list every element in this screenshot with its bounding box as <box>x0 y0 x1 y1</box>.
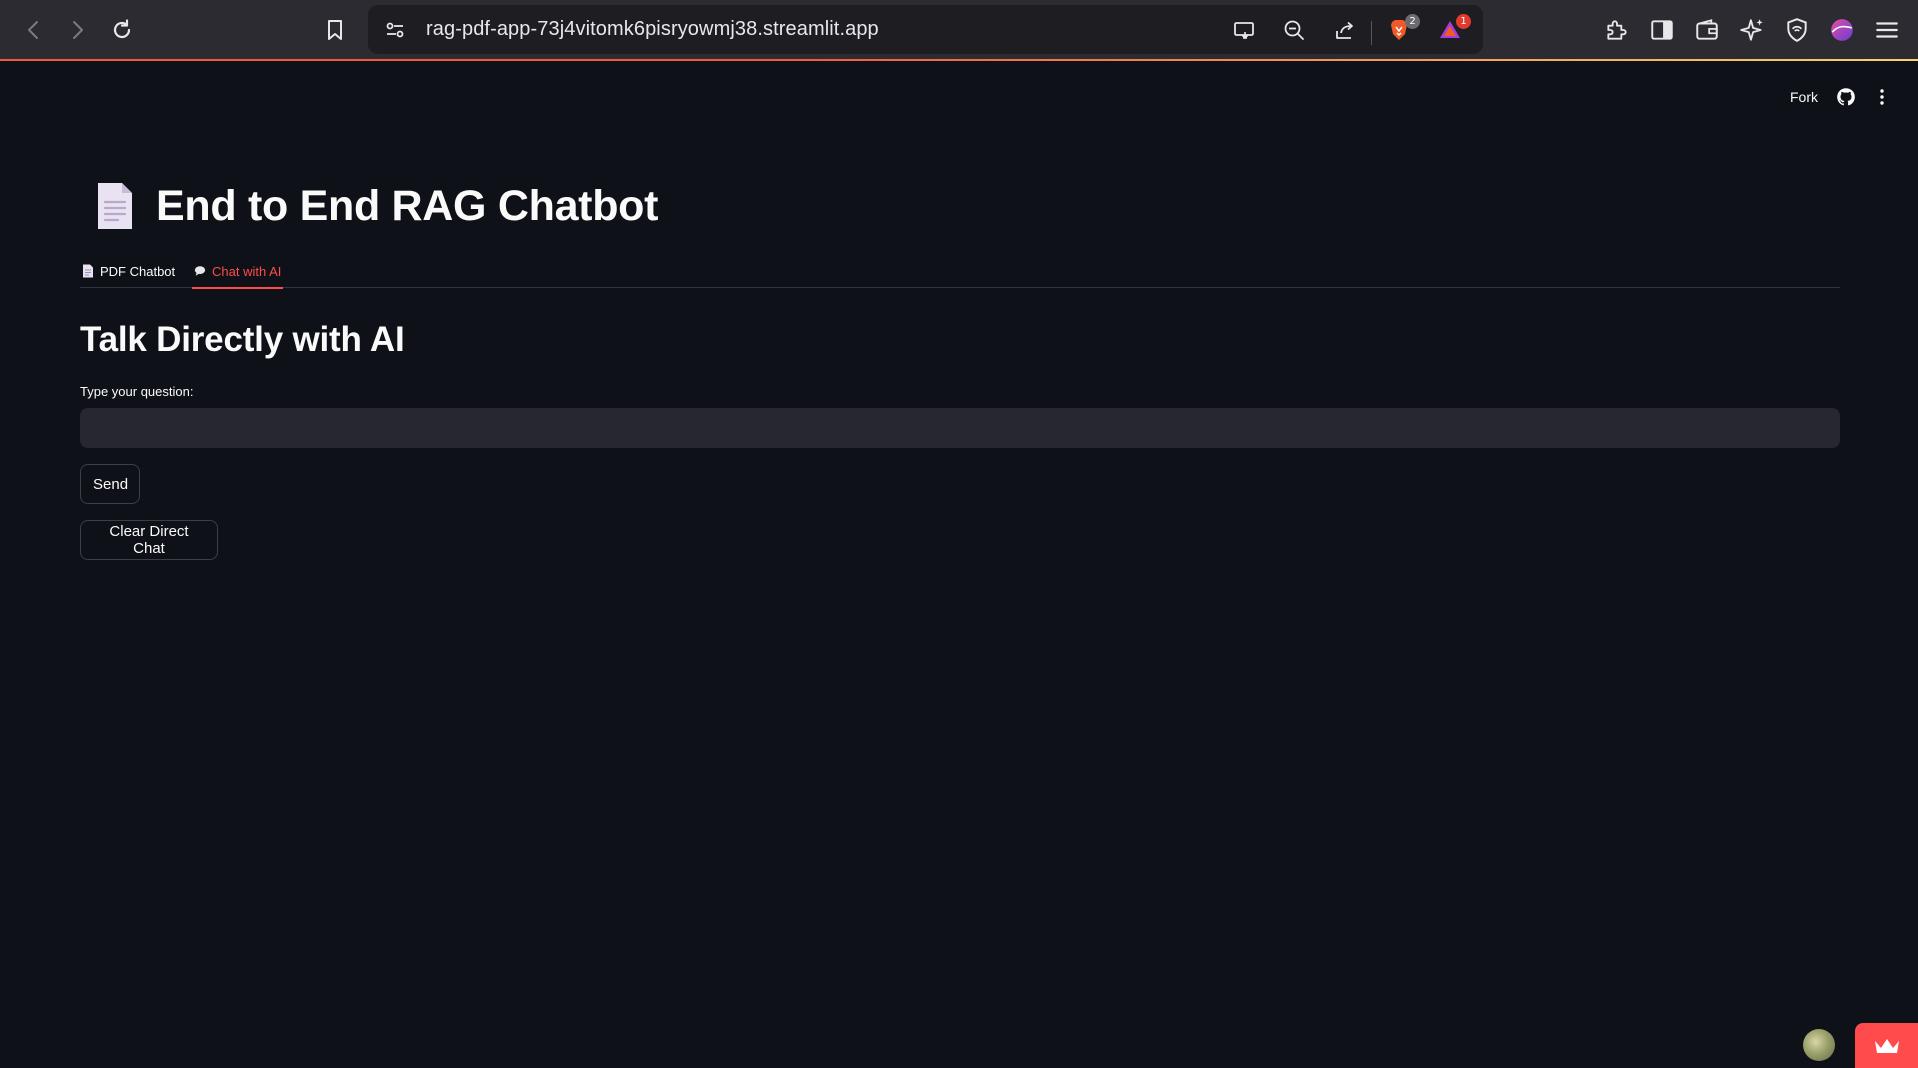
clear-direct-chat-button[interactable]: Clear Direct Chat <box>80 520 218 560</box>
tab-label: Chat with AI <box>212 263 282 279</box>
url-text[interactable]: rag-pdf-app-73j4vitomk6pisryowmj38.strea… <box>426 5 879 54</box>
site-settings-icon[interactable] <box>382 17 408 43</box>
toolbar-divider <box>1371 21 1372 45</box>
fork-button[interactable]: Fork <box>1790 89 1818 105</box>
address-bar[interactable]: rag-pdf-app-73j4vitomk6pisryowmj38.strea… <box>368 5 1483 54</box>
puzzle-icon <box>1607 20 1627 40</box>
extensions-button[interactable] <box>1602 15 1632 45</box>
streamlit-badge[interactable] <box>1855 1023 1918 1068</box>
hamburger-icon <box>1876 22 1898 38</box>
brave-shields-button[interactable]: 2 <box>1386 14 1420 43</box>
zoom-out-icon[interactable] <box>1281 17 1307 43</box>
sidebar-toggle-button[interactable] <box>1647 15 1677 45</box>
sparkle-icon <box>1740 19 1763 41</box>
forward-button[interactable] <box>61 14 93 46</box>
more-vertical-icon[interactable] <box>1872 87 1892 107</box>
tab-pdf-chatbot[interactable]: PDF Chatbot <box>82 254 175 288</box>
vpn-button[interactable] <box>1782 15 1812 45</box>
bookmark-icon <box>328 20 342 40</box>
browser-toolbar: rag-pdf-app-73j4vitomk6pisryowmj38.strea… <box>0 0 1918 61</box>
rewards-count-badge: 1 <box>1456 14 1471 29</box>
question-input[interactable] <box>80 408 1840 448</box>
tab-chat-with-ai[interactable]: Chat with AI <box>191 254 284 289</box>
title-row: End to End RAG Chatbot <box>80 176 658 236</box>
page-title: End to End RAG Chatbot <box>156 181 659 230</box>
reload-icon <box>113 19 131 39</box>
question-label: Type your question: <box>80 384 194 399</box>
brave-rewards-button[interactable]: 1 <box>1437 14 1471 43</box>
shield-count-badge: 2 <box>1405 14 1420 29</box>
shield-icon <box>1787 18 1807 42</box>
back-button[interactable] <box>18 14 50 46</box>
user-avatar[interactable] <box>1803 1029 1835 1061</box>
sidebar-icon <box>1651 20 1673 40</box>
chevron-left-icon <box>28 21 38 39</box>
menu-button[interactable] <box>1872 15 1902 45</box>
page-facing-up-icon <box>98 183 132 229</box>
leo-ai-button[interactable] <box>1737 15 1767 45</box>
wallet-button[interactable] <box>1692 15 1722 45</box>
cast-icon[interactable] <box>1231 17 1257 43</box>
wallet-icon <box>1696 19 1718 40</box>
bookmark-button[interactable] <box>319 14 351 46</box>
tab-bar: PDF Chatbot Chat with AI <box>80 254 1840 289</box>
profile-button[interactable] <box>1827 15 1857 45</box>
loading-accent-line <box>0 59 1918 61</box>
reload-button[interactable] <box>106 14 138 46</box>
section-title: Talk Directly with AI <box>80 320 405 359</box>
speech-bubble-icon <box>194 266 206 276</box>
profile-avatar-icon <box>1831 19 1853 41</box>
crown-icon <box>1874 1038 1899 1053</box>
github-icon[interactable] <box>1836 87 1856 107</box>
tab-label: PDF Chatbot <box>100 263 176 279</box>
share-icon[interactable] <box>1332 17 1358 43</box>
document-icon <box>83 264 93 278</box>
send-button[interactable]: Send <box>80 464 140 504</box>
chevron-right-icon <box>73 21 83 39</box>
